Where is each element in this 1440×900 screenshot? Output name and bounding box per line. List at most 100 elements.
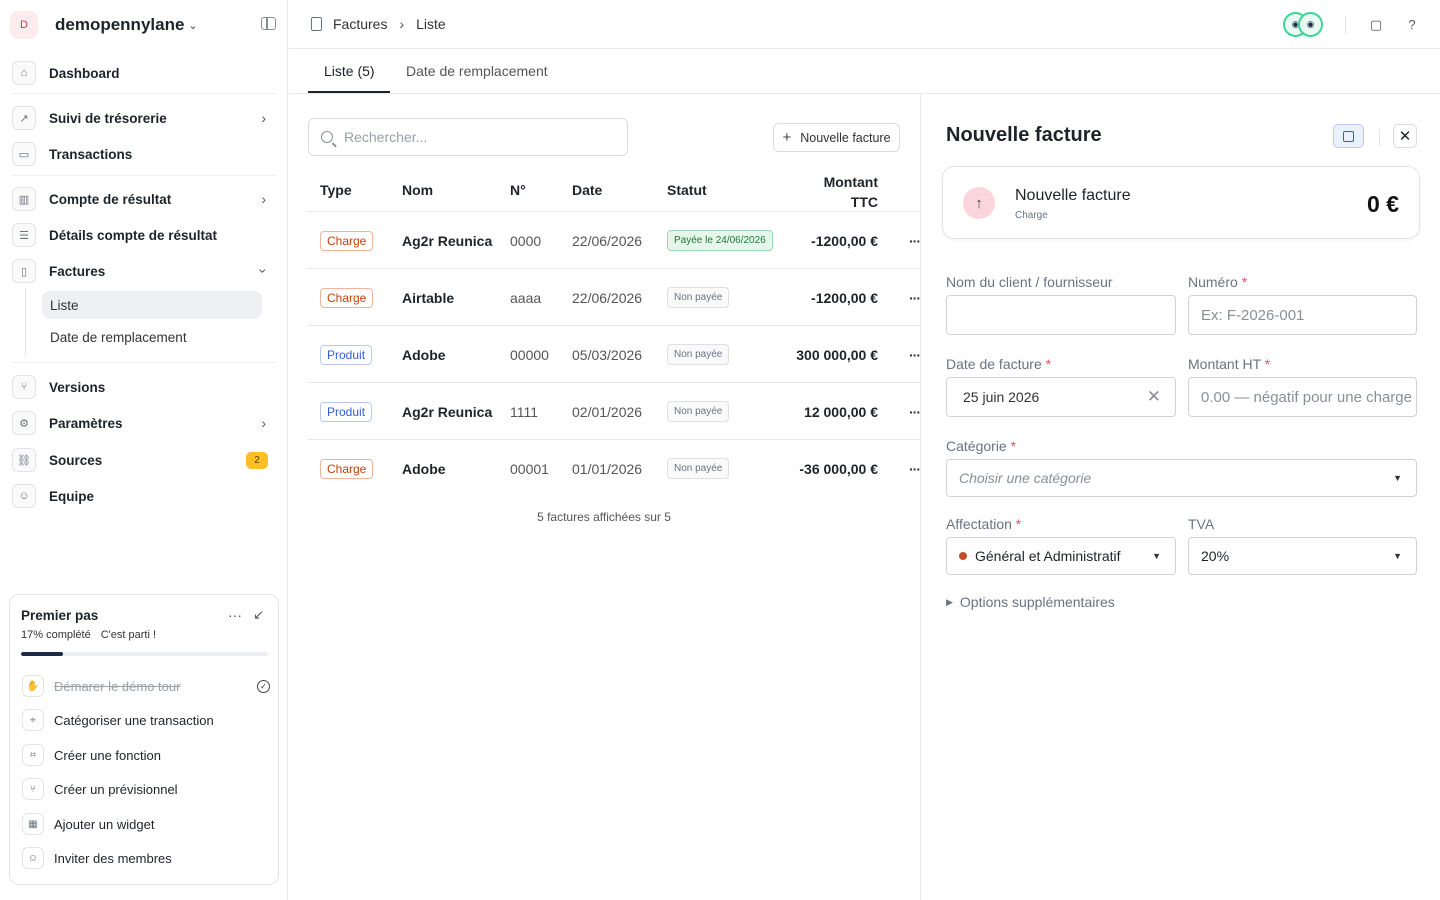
row-more-icon[interactable]: ··· (909, 326, 921, 383)
table-row[interactable]: Produit Adobe 00000 05/03/2026 Non payée 300 … (308, 325, 921, 383)
cell-statut: Non payée (667, 269, 730, 326)
date-value: 25 juin 2026 (963, 389, 1040, 405)
chart-icon: ↗ (12, 106, 36, 130)
onboarding-item[interactable]: ⌗ Créer une fonction (22, 742, 270, 768)
workspace-name: demopennylane (55, 15, 185, 34)
search-box[interactable] (308, 118, 628, 156)
numero-input[interactable]: Ex: F-2026-001 (1188, 295, 1417, 335)
card-icon: ▭ (12, 142, 36, 166)
options-label: Options supplémentaires (959, 594, 1115, 610)
widget-icon: ▦ (22, 813, 44, 835)
workspace-switcher[interactable]: D demopennylane ⌄ (10, 10, 278, 40)
sidebar-item-details-compte[interactable]: ☰ Détails compte de résultat (12, 220, 276, 250)
more-icon[interactable]: ··· (228, 607, 242, 623)
montant-input[interactable]: 0.00 — négatif pour une charge (1188, 377, 1417, 417)
onboarding-item[interactable]: ✋ Démarer le démo tour ✓ (22, 673, 270, 699)
type-badge: Produit (320, 401, 373, 422)
summary-amount: 0 € (1367, 191, 1399, 217)
search-input[interactable] (344, 129, 604, 145)
caret-down-icon: ▼ (1393, 551, 1402, 561)
sidebar-item-equipe[interactable]: ☺ Equipe (12, 481, 276, 511)
label-text: TVA (1188, 516, 1215, 532)
table-row[interactable]: Charge Adobe 00001 01/01/2026 Non payée -36 0… (308, 439, 921, 497)
onboarding-item[interactable]: ⌖ Catégoriser une transaction (22, 707, 270, 733)
breadcrumb-root[interactable]: Factures (333, 16, 387, 32)
new-invoice-button[interactable]: + Nouvelle facture (773, 123, 900, 152)
sidebar-subitem-date-remplacement[interactable]: Date de remplacement (42, 323, 262, 351)
sidebar-item-dashboard[interactable]: ⌂ Dashboard (12, 58, 276, 88)
sidebar-item-compte-resultat[interactable]: ▥ Compte de résultat › (12, 184, 276, 214)
client-input[interactable] (946, 295, 1176, 335)
sidebar-item-sources[interactable]: ⛓ Sources 2 (12, 445, 276, 475)
column-header-type[interactable]: Type (320, 182, 352, 198)
minimize-icon[interactable]: ↙ (253, 607, 264, 623)
sidebar-item-tresorerie[interactable]: ↗ Suivi de trésorerie › (12, 103, 276, 133)
onboarding-item[interactable]: ▦ Ajouter un widget (22, 811, 270, 837)
table-row[interactable]: Charge Ag2r Reunica 0000 22/06/2026 Payée le… (308, 211, 921, 269)
sidebar-item-label: Transactions (49, 146, 133, 162)
sidebar-item-versions[interactable]: ⑂ Versions (12, 372, 276, 402)
row-more-icon[interactable]: ··· (909, 212, 921, 269)
cell-nom: Ag2r Reunica (402, 403, 493, 420)
save-button[interactable] (1333, 124, 1364, 148)
select-value: Choisir une catégorie (959, 470, 1092, 486)
progress-percent: 17% complété (21, 629, 91, 641)
sidebar-item-factures[interactable]: ▯ Factures › (12, 256, 276, 286)
affectation-label: Affectation * (946, 516, 1021, 532)
comment-icon[interactable]: ▢ (1368, 17, 1384, 33)
row-more-icon[interactable]: ··· (909, 383, 921, 440)
cell-num: 1111 (510, 403, 539, 420)
users-icon: ☺ (22, 847, 44, 869)
sidebar-item-label: Factures (49, 263, 106, 279)
tab-date-remplacement[interactable]: Date de remplacement (406, 49, 548, 93)
cell-nom: Ag2r Reunica (402, 232, 493, 249)
categorie-select[interactable]: Choisir une catégorie ▼ (946, 459, 1417, 497)
status-badge: Payée le 24/06/2026 (667, 230, 773, 251)
cell-montant: -36 000,00 € (799, 460, 878, 477)
onboarding-item-label: Créer un prévisionnel (54, 781, 178, 797)
sidebar: D demopennylane ⌄ ⌂ Dashboard ↗ Suivi de… (0, 0, 288, 900)
divider (12, 362, 276, 363)
tab-liste[interactable]: Liste (5) (324, 49, 375, 93)
column-header-montant[interactable]: Montant TTC (790, 172, 878, 212)
onboarding-item[interactable]: ⑂ Créer un prévisionnel (22, 776, 270, 802)
sidebar-item-transactions[interactable]: ▭ Transactions (12, 139, 276, 169)
status-badge: Non payée (667, 287, 730, 308)
row-more-icon[interactable]: ··· (909, 440, 921, 497)
table-row[interactable]: Charge Airtable aaaa 22/06/2026 Non payée -12… (308, 268, 921, 326)
extra-options-toggle[interactable]: ▶ Options supplémentaires (946, 594, 1115, 610)
sidebar-subitem-liste[interactable]: Liste (42, 291, 262, 319)
column-header-statut[interactable]: Statut (667, 182, 707, 198)
status-badge: Non payée (667, 401, 730, 422)
row-more-icon[interactable]: ··· (909, 269, 921, 326)
help-icon[interactable]: ? (1404, 17, 1420, 33)
caret-down-icon: ▼ (1152, 551, 1161, 561)
column-header-nom[interactable]: Nom (402, 182, 433, 198)
onboarding-item-label: Catégoriser une transaction (54, 712, 214, 728)
sidebar-item-parametres[interactable]: ⚙ Paramètres › (12, 408, 276, 438)
numero-label: Numéro * (1188, 274, 1247, 290)
date-input[interactable]: 25 juin 2026 ✕ (946, 377, 1176, 417)
arrow-up-icon: ↑ (963, 187, 995, 219)
affectation-select[interactable]: Général et Administratif ▼ (946, 537, 1176, 575)
chevron-right-icon: › (399, 16, 405, 32)
divider (1379, 129, 1380, 146)
close-button[interactable]: ✕ (1393, 124, 1417, 148)
close-icon: ✕ (1398, 128, 1412, 145)
column-header-num[interactable]: N° (510, 182, 526, 198)
type-badge: Charge (320, 287, 374, 308)
tva-select[interactable]: 20% ▼ (1188, 537, 1417, 575)
cell-montant: 300 000,00 € (796, 346, 878, 363)
table-row[interactable]: Produit Ag2r Reunica 1111 02/01/2026 Non pay… (308, 382, 921, 440)
column-header-date[interactable]: Date (572, 182, 602, 198)
onboarding-item[interactable]: ☺ Inviter des membres (22, 845, 270, 871)
label-text: Numéro (1188, 274, 1238, 290)
cell-statut: Non payée (667, 440, 730, 497)
type-badge: Charge (320, 458, 374, 479)
clear-icon[interactable]: ✕ (1147, 387, 1161, 407)
header-line: TTC (850, 194, 878, 210)
sidebar-toggle-icon[interactable] (261, 17, 276, 30)
client-label: Nom du client / fournisseur (946, 274, 1113, 290)
sidebar-item-label: Détails compte de résultat (49, 227, 218, 243)
collaborator-avatars[interactable]: ◉ ◉ (1283, 12, 1323, 37)
